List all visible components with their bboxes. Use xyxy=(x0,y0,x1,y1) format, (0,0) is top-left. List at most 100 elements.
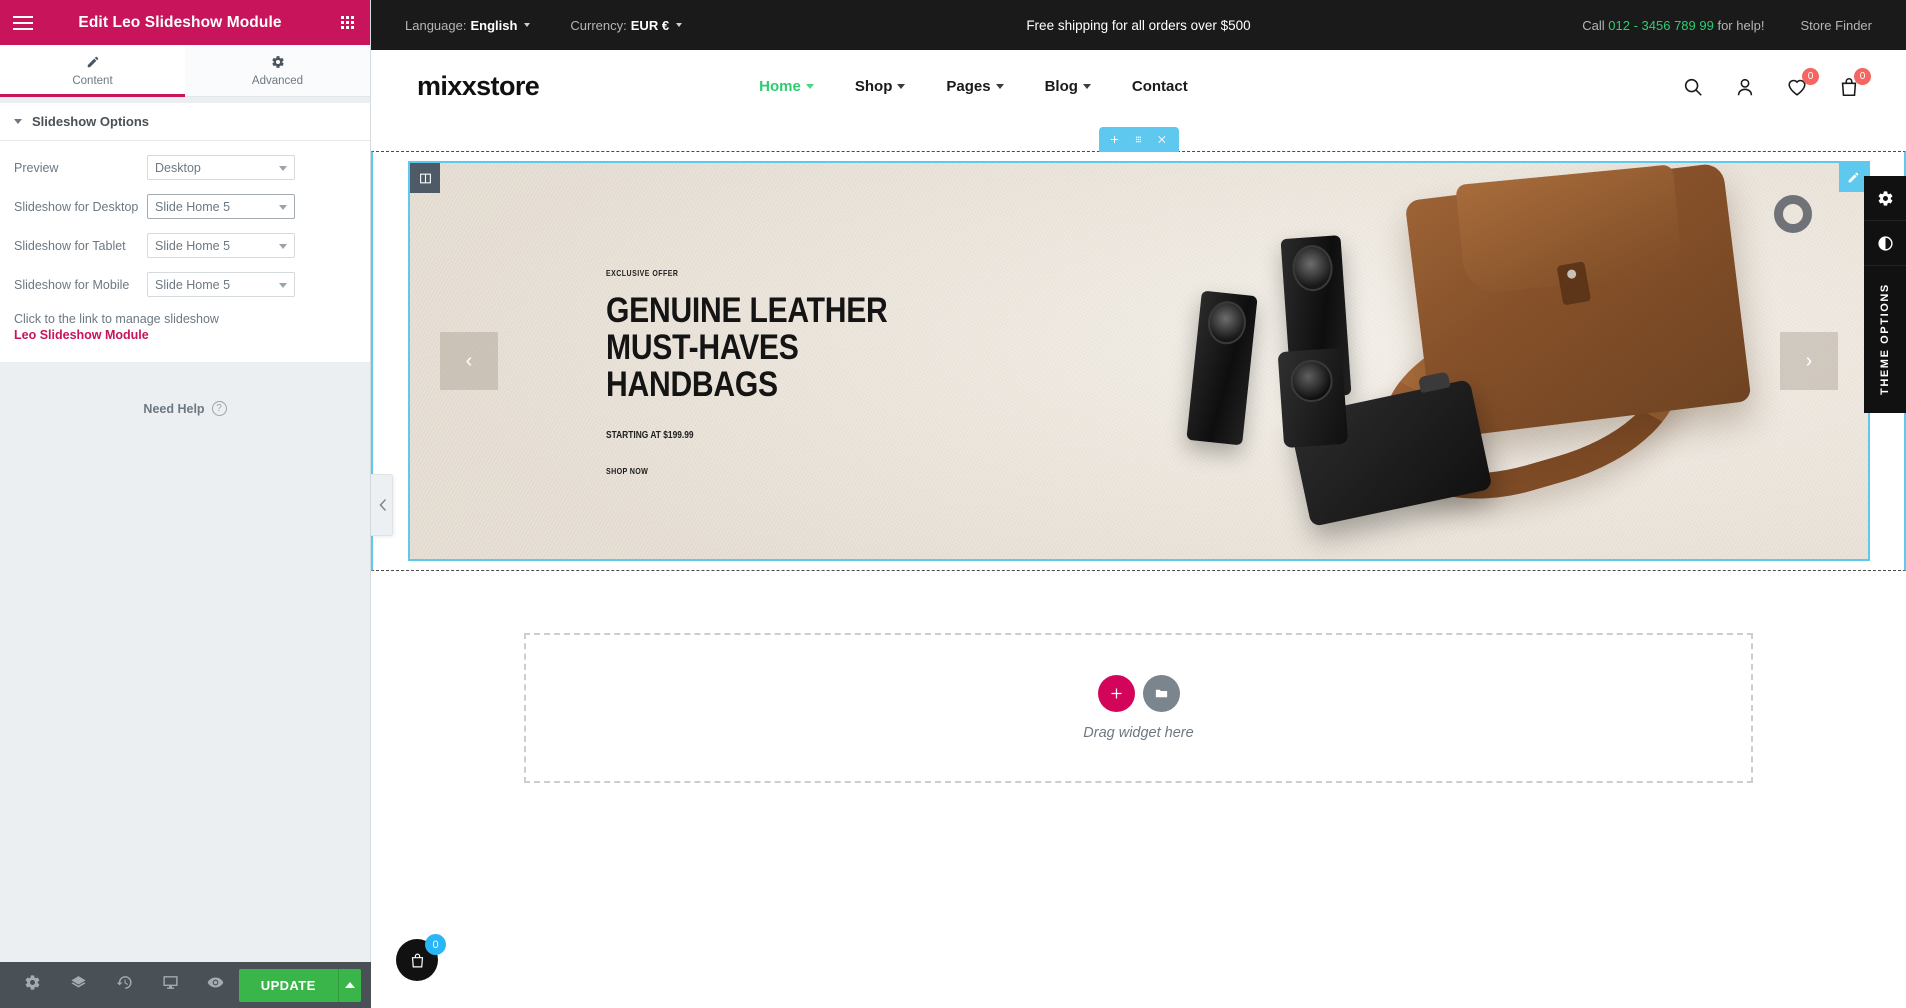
slide-product-image xyxy=(1168,163,1808,559)
user-account-icon xyxy=(1737,78,1753,95)
slideshow-widget[interactable]: EXCLUSIVE OFFER GENUINE LEATHER MUST-HAV… xyxy=(408,161,1870,561)
site-logo[interactable]: mixxstore xyxy=(417,71,540,102)
pencil-edit-icon xyxy=(1848,172,1859,183)
drag-dots-icon xyxy=(1135,136,1142,143)
settings-gear-button[interactable] xyxy=(10,962,56,1008)
delete-section-button[interactable] xyxy=(1151,127,1175,152)
nav-contact-label: Contact xyxy=(1131,78,1188,95)
nav-item-blog[interactable]: Blog xyxy=(1045,78,1091,95)
drag-section-handle[interactable] xyxy=(1127,127,1151,152)
chevron-right-icon: › xyxy=(1805,349,1813,372)
call-for-help: Call 012 - 3456 789 99 for help! xyxy=(1582,18,1764,33)
drag-widget-drop-zone[interactable]: Drag widget here xyxy=(524,633,1753,783)
layers-button[interactable] xyxy=(56,962,102,1008)
panel-collapse-handle[interactable] xyxy=(371,474,393,536)
field-preview: Preview Desktop xyxy=(14,155,356,180)
slideshow-desktop-value: Slide Home 5 xyxy=(155,199,231,214)
slide-price: STARTING AT $199.99 xyxy=(606,430,694,441)
camera-body xyxy=(1277,347,1493,528)
update-button-group: UPDATE xyxy=(238,968,361,1002)
preview-select[interactable]: Desktop xyxy=(147,155,295,180)
slideshow-mobile-value: Slide Home 5 xyxy=(155,277,231,292)
slide-prev-button[interactable]: ‹ xyxy=(440,332,498,390)
theme-options-label[interactable]: THEME OPTIONS xyxy=(1864,266,1906,413)
nav-item-pages[interactable]: Pages xyxy=(946,78,1004,95)
language-label: Language: xyxy=(405,17,467,33)
leo-slideshow-module-link[interactable]: Leo Slideshow Module xyxy=(14,328,356,342)
store-finder-link[interactable]: Store Finder xyxy=(1800,18,1872,33)
slideshow-tablet-select[interactable]: Slide Home 5 xyxy=(147,233,295,258)
caret-up-icon xyxy=(344,982,355,988)
need-help-row: Need Help ? xyxy=(0,368,370,449)
settings-gear-icon xyxy=(24,974,41,996)
bag-buckle xyxy=(1556,260,1592,306)
folder-icon xyxy=(1155,689,1167,698)
theme-settings-button[interactable] xyxy=(1864,176,1906,221)
language-value: English xyxy=(470,17,518,33)
layers-icon xyxy=(70,974,87,996)
section-title: Slideshow Options xyxy=(32,114,150,129)
panel-divider xyxy=(0,361,370,369)
update-button[interactable]: UPDATE xyxy=(238,968,338,1002)
slide-shop-now-link[interactable]: SHOP NOW xyxy=(606,466,881,476)
cart-button[interactable]: 0 xyxy=(1838,67,1871,98)
add-section-button[interactable] xyxy=(1103,127,1127,152)
chevron-down-icon xyxy=(524,23,531,27)
slideshow-desktop-select[interactable]: Slide Home 5 xyxy=(147,194,295,219)
question-mark-icon[interactable]: ? xyxy=(211,401,227,417)
wishlist-button[interactable]: 0 xyxy=(1786,67,1819,98)
field-preview-label: Preview xyxy=(14,160,59,175)
nav-item-shop[interactable]: Shop xyxy=(855,78,906,95)
tab-advanced[interactable]: Advanced xyxy=(185,45,370,96)
elementor-page-builder-screen: Edit Leo Slideshow Module Content Advanc… xyxy=(0,0,1906,1008)
column-drag-handle[interactable] xyxy=(410,163,440,193)
builder-canvas: EXCLUSIVE OFFER GENUINE LEATHER MUST-HAV… xyxy=(371,127,1906,783)
nav-item-contact[interactable]: Contact xyxy=(1132,78,1188,95)
account-button[interactable] xyxy=(1734,76,1756,98)
site-topbar: Free shipping for all orders over $500 L… xyxy=(371,0,1906,50)
field-slideshow-tablet-label: Slideshow for Tablet xyxy=(14,238,126,253)
gear-icon xyxy=(1878,190,1892,206)
responsive-mode-button[interactable] xyxy=(147,962,193,1008)
history-button[interactable] xyxy=(102,962,148,1008)
floating-cart-button[interactable]: 0 xyxy=(396,934,446,981)
theme-contrast-button[interactable] xyxy=(1864,221,1906,266)
apps-grid-button[interactable] xyxy=(325,0,370,45)
drop-zone-buttons xyxy=(1097,675,1180,712)
call-suffix: for help! xyxy=(1717,17,1765,33)
panel-header: Edit Leo Slideshow Module xyxy=(0,0,370,45)
slide-next-button[interactable]: › xyxy=(1780,332,1838,390)
tab-advanced-label: Advanced xyxy=(251,74,304,87)
slide-title-line-2: MUST-HAVES xyxy=(606,328,799,367)
theme-options-rail: THEME OPTIONS xyxy=(1864,176,1906,413)
chevron-down-icon xyxy=(279,282,287,288)
slide-title: GENUINE LEATHER MUST-HAVES HANDBAGS xyxy=(606,292,888,403)
search-icon xyxy=(1684,78,1702,96)
chevron-left-icon xyxy=(379,499,386,511)
contrast-icon xyxy=(1877,235,1893,251)
nav-item-home[interactable]: Home xyxy=(759,78,814,95)
language-switcher[interactable]: Language: English xyxy=(405,17,531,33)
floating-cart-badge: 0 xyxy=(425,934,446,955)
drop-zone-label: Drag widget here xyxy=(1083,725,1194,741)
tab-content[interactable]: Content xyxy=(0,45,185,97)
slideshow-section[interactable]: EXCLUSIVE OFFER GENUINE LEATHER MUST-HAV… xyxy=(371,127,1906,571)
panel-title: Edit Leo Slideshow Module xyxy=(78,13,282,31)
camera-lens-1 xyxy=(1186,290,1258,446)
close-x-icon xyxy=(1158,135,1166,144)
slideshow-mobile-select[interactable]: Slide Home 5 xyxy=(147,272,295,297)
slideshow-options-section-header[interactable]: Slideshow Options xyxy=(0,97,370,141)
preview-button[interactable] xyxy=(193,962,239,1008)
add-template-button[interactable] xyxy=(1142,675,1180,712)
camera-attached-lens xyxy=(1277,347,1349,449)
responsive-monitor-icon xyxy=(162,974,179,996)
currency-switcher[interactable]: Currency: EUR € xyxy=(570,18,683,33)
search-button[interactable] xyxy=(1682,76,1704,98)
slide-eyebrow: EXCLUSIVE OFFER xyxy=(606,268,679,278)
update-options-button[interactable] xyxy=(337,968,361,1002)
manage-slideshow-hint: Click to the link to manage slideshow xyxy=(14,312,219,326)
add-new-section-button[interactable] xyxy=(1097,675,1135,712)
cart-count-badge: 0 xyxy=(1854,67,1871,85)
apps-grid-icon xyxy=(341,16,354,29)
phone-number[interactable]: 012 - 3456 789 99 xyxy=(1608,18,1714,33)
